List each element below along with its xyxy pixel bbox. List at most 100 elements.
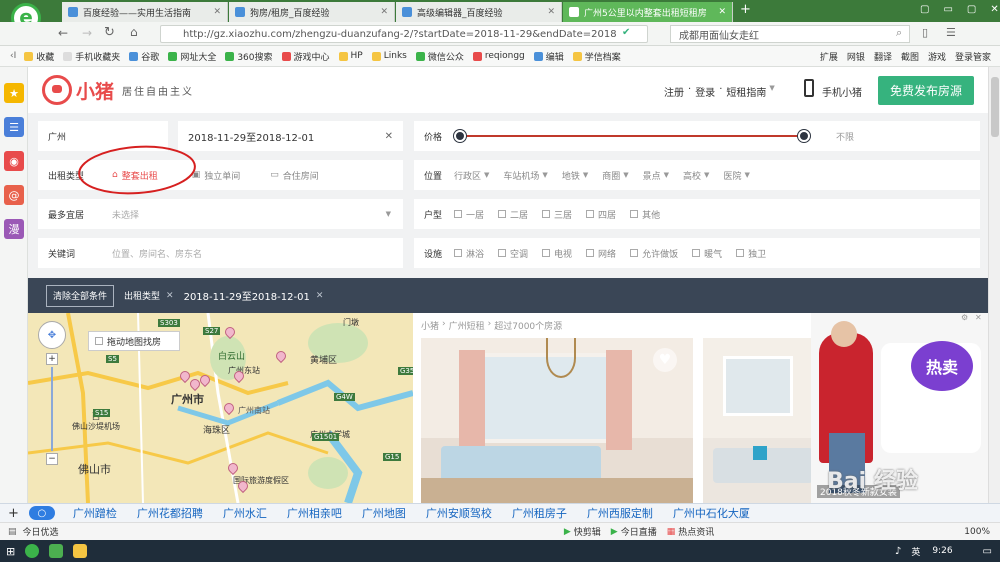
clock[interactable]: 9:26: [932, 546, 952, 556]
rent-type-shared-room[interactable]: ▭ 合住房间: [270, 169, 319, 182]
related-link[interactable]: 广州租房子: [512, 505, 567, 521]
refresh-icon[interactable]: ↻: [104, 25, 115, 40]
location-hospital[interactable]: 医院 ▼: [723, 169, 749, 182]
forward-icon[interactable]: →: [82, 26, 92, 40]
facility-option[interactable]: 空调: [498, 247, 528, 260]
comic-icon[interactable]: 漫: [4, 219, 24, 239]
date-range-input[interactable]: 2018-11-29至2018-12-01 ✕: [178, 121, 403, 151]
hot-news-link[interactable]: 热点资讯: [678, 525, 714, 538]
ime-indicator[interactable]: 英: [911, 545, 920, 558]
listing-photo[interactable]: [703, 338, 811, 503]
bookmark-toggle-icon[interactable]: ‹I: [10, 51, 16, 61]
checkbox[interactable]: [630, 249, 639, 257]
zoom-in-button[interactable]: +: [46, 353, 58, 365]
publish-listing-button[interactable]: 免费发布房源: [878, 76, 974, 105]
checkbox[interactable]: [454, 210, 462, 218]
facility-option[interactable]: 淋浴: [454, 247, 484, 260]
volume-icon[interactable]: ♪: [895, 546, 901, 557]
clear-all-conditions-button[interactable]: 清除全部条件: [46, 284, 115, 307]
map-pan-control[interactable]: ✥: [38, 321, 66, 349]
bookmark-item[interactable]: 手机收藏夹: [63, 50, 120, 63]
screenshot-button[interactable]: 截图: [901, 50, 919, 63]
close-icon[interactable]: ✕: [541, 7, 555, 17]
guests-filter[interactable]: 最多宜居 未选择 ▼: [38, 199, 403, 229]
rent-type-private-room[interactable]: ▣ 独立单间: [192, 169, 241, 182]
location-university[interactable]: 高校 ▼: [683, 169, 709, 182]
notification-icon[interactable]: ▭: [983, 546, 992, 557]
url-input[interactable]: http://gz.xiaozhu.com/zhengzu-duanzufang…: [160, 25, 648, 43]
related-link[interactable]: 广州西服定制: [587, 505, 653, 521]
advertisement[interactable]: ⚙ ✕ 热卖 2018秋冬新款女装 Bai 经验: [811, 313, 988, 503]
search-input[interactable]: 成都用面仙女走红: [670, 25, 910, 43]
checkbox[interactable]: [586, 210, 595, 218]
close-icon[interactable]: ✕: [374, 7, 388, 17]
zoom-out-button[interactable]: −: [46, 453, 58, 465]
mobile-app-link[interactable]: 手机小猪: [822, 84, 862, 99]
bookmark-item[interactable]: 学信档案: [572, 50, 621, 63]
home-icon[interactable]: ⌂: [130, 25, 138, 39]
explorer-taskbar-icon[interactable]: [73, 544, 88, 558]
ad-settings-icon[interactable]: ⚙: [961, 313, 973, 323]
listing-photo[interactable]: ♥: [421, 338, 693, 503]
layout-option[interactable]: 其他: [630, 208, 660, 221]
facility-option[interactable]: 独卫: [736, 247, 766, 260]
guide-link[interactable]: 短租指南: [726, 84, 766, 99]
remove-tag-icon[interactable]: ✕: [316, 291, 324, 301]
register-link[interactable]: 注册: [664, 84, 684, 99]
facility-option[interactable]: 允许做饭: [630, 247, 678, 260]
search-icon[interactable]: ⌕: [896, 26, 902, 40]
tab-rent-house[interactable]: 狗房/租房_百度经验 ✕: [229, 2, 395, 22]
phone-icon[interactable]: ▯: [922, 26, 928, 39]
bookmark-item[interactable]: reqiongg: [472, 51, 525, 61]
location-metro[interactable]: 地铁 ▼: [562, 169, 588, 182]
favorite-heart-icon[interactable]: ♥: [653, 348, 677, 372]
drag-map-search-toggle[interactable]: 拖动地图找房: [88, 331, 180, 351]
layout-option[interactable]: 二居: [498, 208, 528, 221]
translate-button[interactable]: 翻译: [874, 50, 892, 63]
map-panel[interactable]: ✥ + − 拖动地图找房 广州市 白云山 海珠区 佛山市 黄埔区 广州东站 广州…: [28, 313, 413, 503]
layout-option[interactable]: 一居: [454, 208, 484, 221]
today-picks[interactable]: 今日优选: [23, 525, 59, 538]
location-station[interactable]: 车站机场 ▼: [503, 169, 547, 182]
related-link[interactable]: 广州花都招聘: [137, 505, 203, 521]
keyword-filter[interactable]: 关键词 位置、房间名、房东名: [38, 238, 403, 268]
bookmark-item[interactable]: 360搜索: [225, 50, 273, 63]
keyword-input[interactable]: 位置、房间名、房东名: [112, 247, 202, 260]
price-slider-min-handle[interactable]: [454, 130, 466, 142]
bookmark-item[interactable]: 编辑: [533, 50, 564, 63]
facility-option[interactable]: 暖气: [692, 247, 722, 260]
bookmark-item[interactable]: HP: [338, 51, 363, 61]
search-icon[interactable]: ○: [28, 506, 55, 520]
close-icon[interactable]: ✕: [712, 7, 726, 17]
checkbox[interactable]: [498, 249, 507, 257]
window-controls[interactable]: ▢▭▢✕: [920, 4, 1000, 15]
game-button[interactable]: 游戏: [928, 50, 946, 63]
close-icon[interactable]: ✕: [207, 7, 221, 17]
tab-editor[interactable]: 高级编辑器_百度经验 ✕: [396, 2, 562, 22]
browser-taskbar-icon[interactable]: [25, 544, 40, 558]
related-link[interactable]: 广州中石化大厦: [673, 505, 750, 521]
checkbox[interactable]: [542, 210, 551, 218]
related-link[interactable]: 广州蹭检: [73, 505, 117, 521]
zoom-level[interactable]: 100%: [964, 527, 990, 537]
bookmark-item[interactable]: 谷歌: [129, 50, 159, 63]
checkbox[interactable]: [95, 337, 103, 345]
windows-start-icon[interactable]: ⊞: [6, 545, 15, 558]
back-icon[interactable]: ←: [58, 26, 68, 40]
page-scrollbar[interactable]: [988, 67, 1000, 507]
bookmark-item[interactable]: 游戏中心: [281, 50, 330, 63]
tab-baidu-experience[interactable]: 百度经验——实用生活指南 ✕: [62, 2, 228, 22]
browser-logo[interactable]: e: [6, 0, 46, 33]
location-business[interactable]: 商圈 ▼: [602, 169, 628, 182]
layout-option[interactable]: 四居: [586, 208, 616, 221]
checkbox[interactable]: [736, 249, 745, 257]
quick-clip-link[interactable]: 快剪辑: [574, 525, 601, 538]
checkbox[interactable]: [542, 249, 551, 257]
related-link[interactable]: 广州水汇: [223, 505, 267, 521]
price-slider-max-handle[interactable]: [798, 130, 810, 142]
bookmark-item[interactable]: 网址大全: [168, 50, 216, 63]
clear-date-icon[interactable]: ✕: [385, 131, 393, 142]
checkbox[interactable]: [586, 249, 595, 257]
scrollbar-thumb[interactable]: [991, 77, 999, 137]
breadcrumb-home[interactable]: 小猪: [421, 319, 439, 332]
